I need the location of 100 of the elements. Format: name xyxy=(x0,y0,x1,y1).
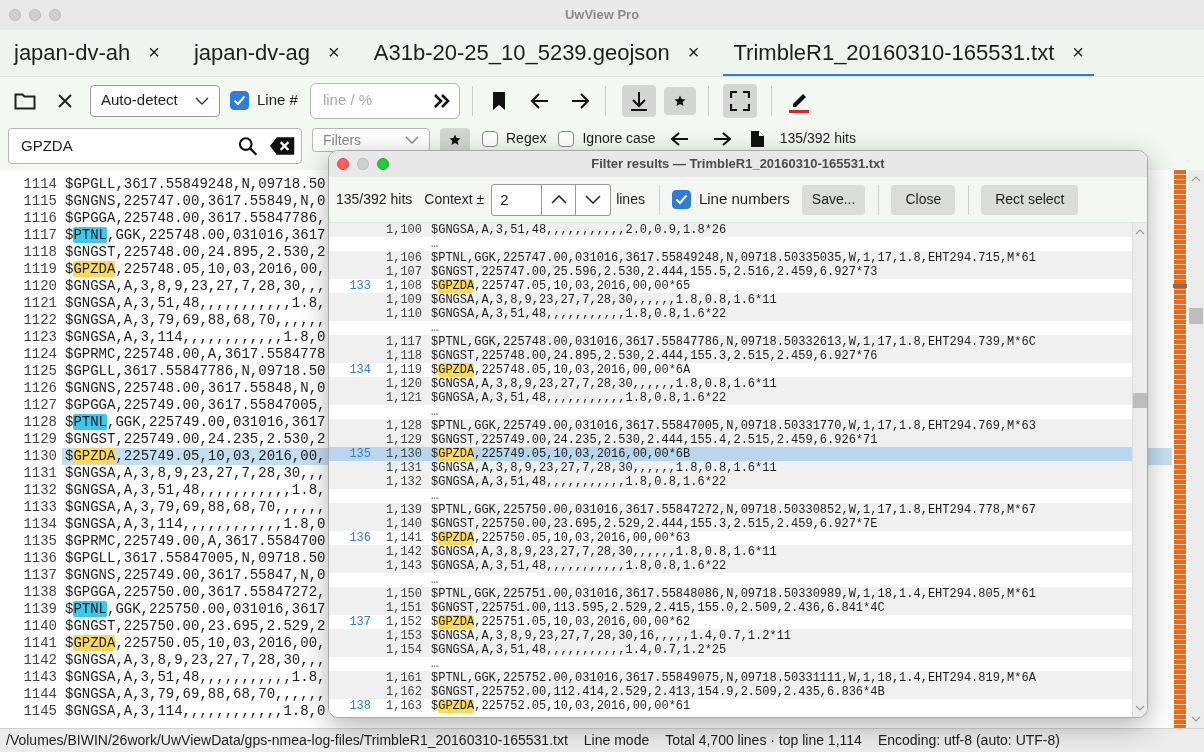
star-button[interactable] xyxy=(663,86,696,115)
hit-number: 136 xyxy=(348,531,371,545)
code-line[interactable]: $GPZDA,225747.05,10,03,2016,00,00*65 xyxy=(431,279,691,293)
scrollbar-thumb[interactable] xyxy=(1133,393,1147,408)
file-path: /Volumes/BIWIN/26work/UwViewData/gps-nmea-log-files/TrimbleR1_20160310-165531.txt xyxy=(6,731,568,750)
code-line: $GNGSA,A,3,51,48,,,,,,,,,,,1.4,0.7,1.2*25 xyxy=(431,643,727,657)
line-number: 1,107 xyxy=(385,265,422,279)
chevron-down-icon xyxy=(405,136,419,144)
close-tab-button[interactable]: × xyxy=(687,37,700,67)
dialog-title: Filter results — TrimbleR1_20160310-165531.txt xyxy=(591,155,885,174)
line-number: 1,120 xyxy=(385,377,422,391)
line-number: 1,108 xyxy=(385,279,422,293)
code-line: $GNGSA,A,3,79,69,88,68,70,,,,,, xyxy=(65,686,326,702)
chevron-down-icon xyxy=(195,96,209,105)
code-line[interactable]: $GPZDA,225749.05,10,03,2016,00,00*6B xyxy=(431,447,691,461)
line-number: 1,143 xyxy=(385,559,422,573)
close-tab-button[interactable]: × xyxy=(1072,37,1084,67)
encoding-select[interactable]: Auto-detect xyxy=(90,84,220,117)
code-line: $PTNL,GGK,225752.00,031016,3617.55849075,N,09718.50331111,W,1,18,1.4,EHT294.819,M*6A xyxy=(431,671,1036,685)
tab[interactable]: japan-dv-ag × xyxy=(183,30,350,76)
search-field[interactable]: GPZDA xyxy=(8,128,302,164)
download-button[interactable] xyxy=(621,84,656,117)
line-number: 1132 xyxy=(22,482,57,499)
code-line: $GNGSA,A,3,79,69,88,68,70,,,,,, xyxy=(65,499,326,515)
code-line: $GNGSA,A,3,8,9,23,27,7,28,30,,, xyxy=(65,278,326,294)
line-number: 1114 xyxy=(22,176,57,193)
line-number: 1145 xyxy=(22,703,57,720)
star-icon xyxy=(449,134,461,146)
line-number: 1,139 xyxy=(385,503,422,517)
line-number: 1,154 xyxy=(385,643,422,657)
code-line: $PTNL,GGK,225751.00,031016,3617.55848086,N,09718.50330989,W,1,18,1.4,EHT294.805,M*61 xyxy=(431,587,1036,601)
context-stepper[interactable]: 2 xyxy=(491,183,612,216)
tab[interactable]: A31b-20-25_10_5239.geojson × xyxy=(363,30,710,76)
chevron-up-icon[interactable] xyxy=(550,195,567,204)
match-minimap[interactable] xyxy=(1174,170,1186,728)
star-button[interactable] xyxy=(440,128,470,152)
fullscreen-button[interactable] xyxy=(722,83,757,118)
document-button[interactable] xyxy=(749,129,766,148)
code-line: $GNGNS,225747.00,3617.55849,N,0 xyxy=(65,193,326,209)
checkbox[interactable] xyxy=(558,131,575,147)
checkbox[interactable] xyxy=(230,91,249,110)
scrollbar[interactable] xyxy=(1188,170,1204,728)
code-line: $GNGSA,A,3,114,,,,,,,,,,,,1.8,0 xyxy=(65,329,326,345)
line-number: 1142 xyxy=(22,652,57,669)
clear-icon[interactable] xyxy=(269,136,295,156)
line-number: 1,100 xyxy=(385,223,422,237)
code-line: $GNGST,225752.00,112.414,2.529,2.413,154.9,2.509,2.435,6.836*4B xyxy=(431,685,885,699)
checkbox[interactable] xyxy=(482,131,498,147)
code-line: $GNGSA,A,3,8,9,23,27,7,28,30,,,,,,1.8,0.8,1.6*11 xyxy=(431,545,777,559)
code-line: $GNGSA,A,3,51,48,,,,,,,,,,,1.8,0.8,1.6*22 xyxy=(431,391,727,405)
code-line: $GPRMC,225748.00,A,3617.5584778 xyxy=(65,346,326,362)
tab[interactable]: japan-dv-ah × xyxy=(4,30,170,76)
code-line: $PTNL,GGK,225750.00,031016,3617 xyxy=(65,601,326,617)
ellipsis: … xyxy=(431,489,439,503)
code-line: $GNGSA,A,3,8,9,23,27,7,28,30,,,,,,1.8,0.8,1.6*11 xyxy=(431,377,777,391)
code-line: $GNGSA,A,3,79,69,88,68,70,,,,,, xyxy=(65,312,326,328)
window-zoom-button[interactable] xyxy=(377,158,389,170)
rect-select-button[interactable]: Rect select xyxy=(981,184,1079,215)
download-icon xyxy=(629,90,648,111)
next-match-button[interactable] xyxy=(711,130,732,148)
line-number: 1,132 xyxy=(385,475,422,489)
viewport-marker[interactable] xyxy=(1173,284,1187,288)
window-title: UwView Pro xyxy=(564,6,640,25)
line-number: 1,129 xyxy=(385,433,422,447)
checkbox[interactable] xyxy=(671,190,691,209)
close-icon xyxy=(57,92,73,109)
code-line[interactable]: $GPZDA,225752.05,10,03,2016,00,00*61 xyxy=(431,699,691,713)
chevron-down-icon[interactable] xyxy=(585,195,602,204)
line-number: 1121 xyxy=(22,295,57,312)
line-number: 1127 xyxy=(22,397,57,414)
code-line: $GNGST,225750.00,23.695,2.529,2 xyxy=(65,618,326,634)
code-line: $GPGLL,3617.55849248,N,09718.50 xyxy=(65,176,326,192)
scrollbar[interactable] xyxy=(1132,223,1147,717)
code-line[interactable]: $GPZDA,225748.05,10,03,2016,00,00*6A xyxy=(431,363,691,377)
folder-icon xyxy=(14,91,36,110)
line-number: 1129 xyxy=(22,431,57,448)
lines-label: lines xyxy=(616,190,645,209)
code-line: $GNGST,225749.00,24.235,2.530,2 xyxy=(65,431,326,447)
line-number: 1120 xyxy=(22,278,57,295)
hit-number: 138 xyxy=(348,699,371,713)
checkbox-label: Regex xyxy=(506,129,547,147)
filters-select[interactable]: Filters xyxy=(312,128,430,152)
scrollbar-thumb[interactable] xyxy=(1189,308,1203,324)
code-line: $GNGST,225748.00,24.895,2.530,2 xyxy=(65,244,326,260)
double-chevron-icon[interactable] xyxy=(432,92,451,109)
document-icon xyxy=(750,129,766,148)
code-line: $GNGSA,A,3,8,9,23,27,7,28,30,,, xyxy=(65,465,326,481)
save-button[interactable]: Save... xyxy=(801,184,866,215)
line-number: 1,110 xyxy=(385,307,422,321)
close-button[interactable]: Close xyxy=(891,184,956,215)
close-tab-button[interactable]: × xyxy=(328,37,340,67)
code-line[interactable]: $GPZDA,225751.05,10,03,2016,00,00*62 xyxy=(431,615,691,629)
window-close-button[interactable] xyxy=(337,158,349,170)
ellipsis: … xyxy=(431,321,439,335)
previous-match-button[interactable] xyxy=(669,130,690,148)
search-icon[interactable] xyxy=(238,136,258,156)
line-number: 1,161 xyxy=(385,671,422,685)
code-line: $GNGSA,A,3,114,,,,,,,,,,,,1.8,0 xyxy=(65,703,326,719)
code-line[interactable]: $GPZDA,225750.05,10,03,2016,00,00*63 xyxy=(431,531,691,545)
close-tab-button[interactable]: × xyxy=(148,37,160,67)
